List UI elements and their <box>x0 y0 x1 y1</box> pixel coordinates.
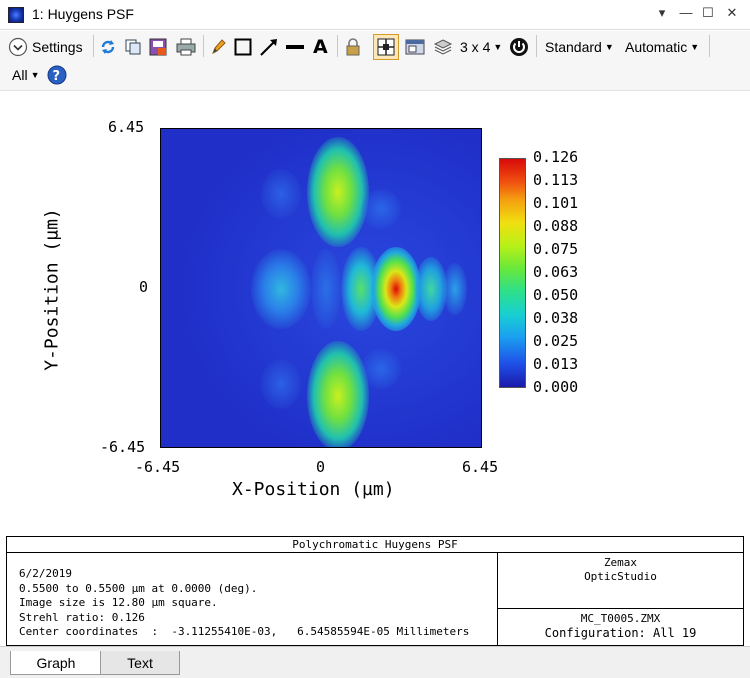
layout-label: 3 x 4 <box>460 39 491 55</box>
x-tick-right: 6.45 <box>462 458 499 476</box>
colorbar-label: 0.101 <box>533 194 579 212</box>
info-config: Configuration: All 19 <box>544 626 697 640</box>
caret-icon: ▼ <box>493 42 503 52</box>
info-title: Polychromatic Huygens PSF <box>7 537 743 553</box>
info-details: 6/2/2019 0.5500 to 0.5500 µm at 0.0000 (… <box>19 567 469 640</box>
all-label: All <box>12 67 28 83</box>
copy-icon[interactable] <box>123 37 143 57</box>
colorbar-label: 0.000 <box>533 378 579 396</box>
colorbar-label: 0.025 <box>533 332 579 350</box>
settings-button[interactable]: Settings <box>8 36 83 58</box>
colorbar-label: 0.088 <box>533 217 579 235</box>
info-center-coords: Center coordinates : -3.11255410E-03, 6.… <box>19 625 470 638</box>
text-icon[interactable]: A <box>310 35 332 57</box>
window-title: 1: Huygens PSF <box>32 6 134 22</box>
colorbar-label: 0.038 <box>533 309 579 327</box>
standard-dropdown[interactable]: Standard ▼ <box>545 36 614 58</box>
info-company-box: Zemax OpticStudio <box>497 553 743 609</box>
x-axis-title: X-Position (µm) <box>232 479 395 500</box>
colorbar <box>499 158 526 388</box>
x-tick-left: -6.45 <box>135 458 181 476</box>
y-axis-title: Y-Position (µm) <box>41 208 63 371</box>
crosshair-icon[interactable] <box>373 34 399 60</box>
arrow-icon[interactable] <box>258 37 280 57</box>
tab-bar: Graph Text <box>0 646 750 678</box>
lock-icon[interactable] <box>343 37 363 57</box>
close-icon[interactable]: ✕ <box>722 5 742 21</box>
caret-icon: ▼ <box>30 70 40 80</box>
info-file-box: MC_T0005.ZMX Configuration: All 19 <box>497 608 743 645</box>
rectangle-icon[interactable] <box>233 37 253 57</box>
line-icon[interactable] <box>284 37 306 57</box>
chevron-down-icon <box>8 37 28 57</box>
x-tick-mid: 0 <box>316 458 326 476</box>
all-dropdown[interactable]: All ▼ <box>12 64 39 86</box>
layout-dropdown[interactable]: 3 x 4 ▼ <box>460 36 502 58</box>
pencil-icon[interactable] <box>208 37 228 57</box>
window-icon[interactable] <box>404 37 426 57</box>
info-product: OpticStudio <box>584 570 657 583</box>
info-image-size: Image size is 12.80 µm square. <box>19 596 218 609</box>
layers-icon[interactable] <box>432 37 454 57</box>
help-icon[interactable]: ? <box>46 64 68 86</box>
automatic-label: Automatic <box>625 39 688 55</box>
svg-text:?: ? <box>53 69 61 84</box>
tab-graph[interactable]: Graph <box>10 651 102 675</box>
caret-icon: ▼ <box>690 42 700 52</box>
psf-image[interactable] <box>160 128 482 448</box>
colorbar-label: 0.063 <box>533 263 579 281</box>
colorbar-label: 0.075 <box>533 240 579 258</box>
dropdown-icon[interactable]: ▾ <box>652 5 672 21</box>
app-icon <box>8 7 24 23</box>
info-strehl: Strehl ratio: 0.126 <box>19 610 145 624</box>
colorbar-label: 0.113 <box>533 171 579 189</box>
toolbar: Settings A 3 x 4 ▼ Standard ▼ Automatic … <box>0 31 750 91</box>
info-date: 6/2/2019 <box>19 567 72 580</box>
settings-label: Settings <box>32 39 83 55</box>
title-bar: 1: Huygens PSF ▾ — ☐ ✕ <box>0 0 750 30</box>
y-tick-bottom: -6.45 <box>100 438 146 456</box>
maximize-icon[interactable]: ☐ <box>698 5 718 21</box>
automatic-dropdown[interactable]: Automatic ▼ <box>625 36 699 58</box>
standard-label: Standard <box>545 39 602 55</box>
colorbar-label: 0.050 <box>533 286 579 304</box>
svg-text:A: A <box>313 36 328 56</box>
save-icon[interactable] <box>148 37 170 57</box>
info-file: MC_T0005.ZMX <box>580 612 661 625</box>
info-panel: Polychromatic Huygens PSF 6/2/2019 0.550… <box>6 536 744 646</box>
print-icon[interactable] <box>175 37 197 57</box>
power-icon[interactable] <box>508 36 530 58</box>
y-tick-top: 6.45 <box>108 118 145 136</box>
caret-icon: ▼ <box>604 42 614 52</box>
refresh-icon[interactable] <box>98 37 118 57</box>
info-company: Zemax <box>603 556 638 569</box>
colorbar-label: 0.126 <box>533 148 579 166</box>
tab-text[interactable]: Text <box>100 651 180 675</box>
info-wavelength: 0.5500 to 0.5500 µm at 0.0000 (deg). <box>19 581 258 595</box>
y-tick-mid: 0 <box>139 278 149 296</box>
colorbar-label: 0.013 <box>533 355 579 373</box>
minimize-icon[interactable]: — <box>676 5 696 20</box>
